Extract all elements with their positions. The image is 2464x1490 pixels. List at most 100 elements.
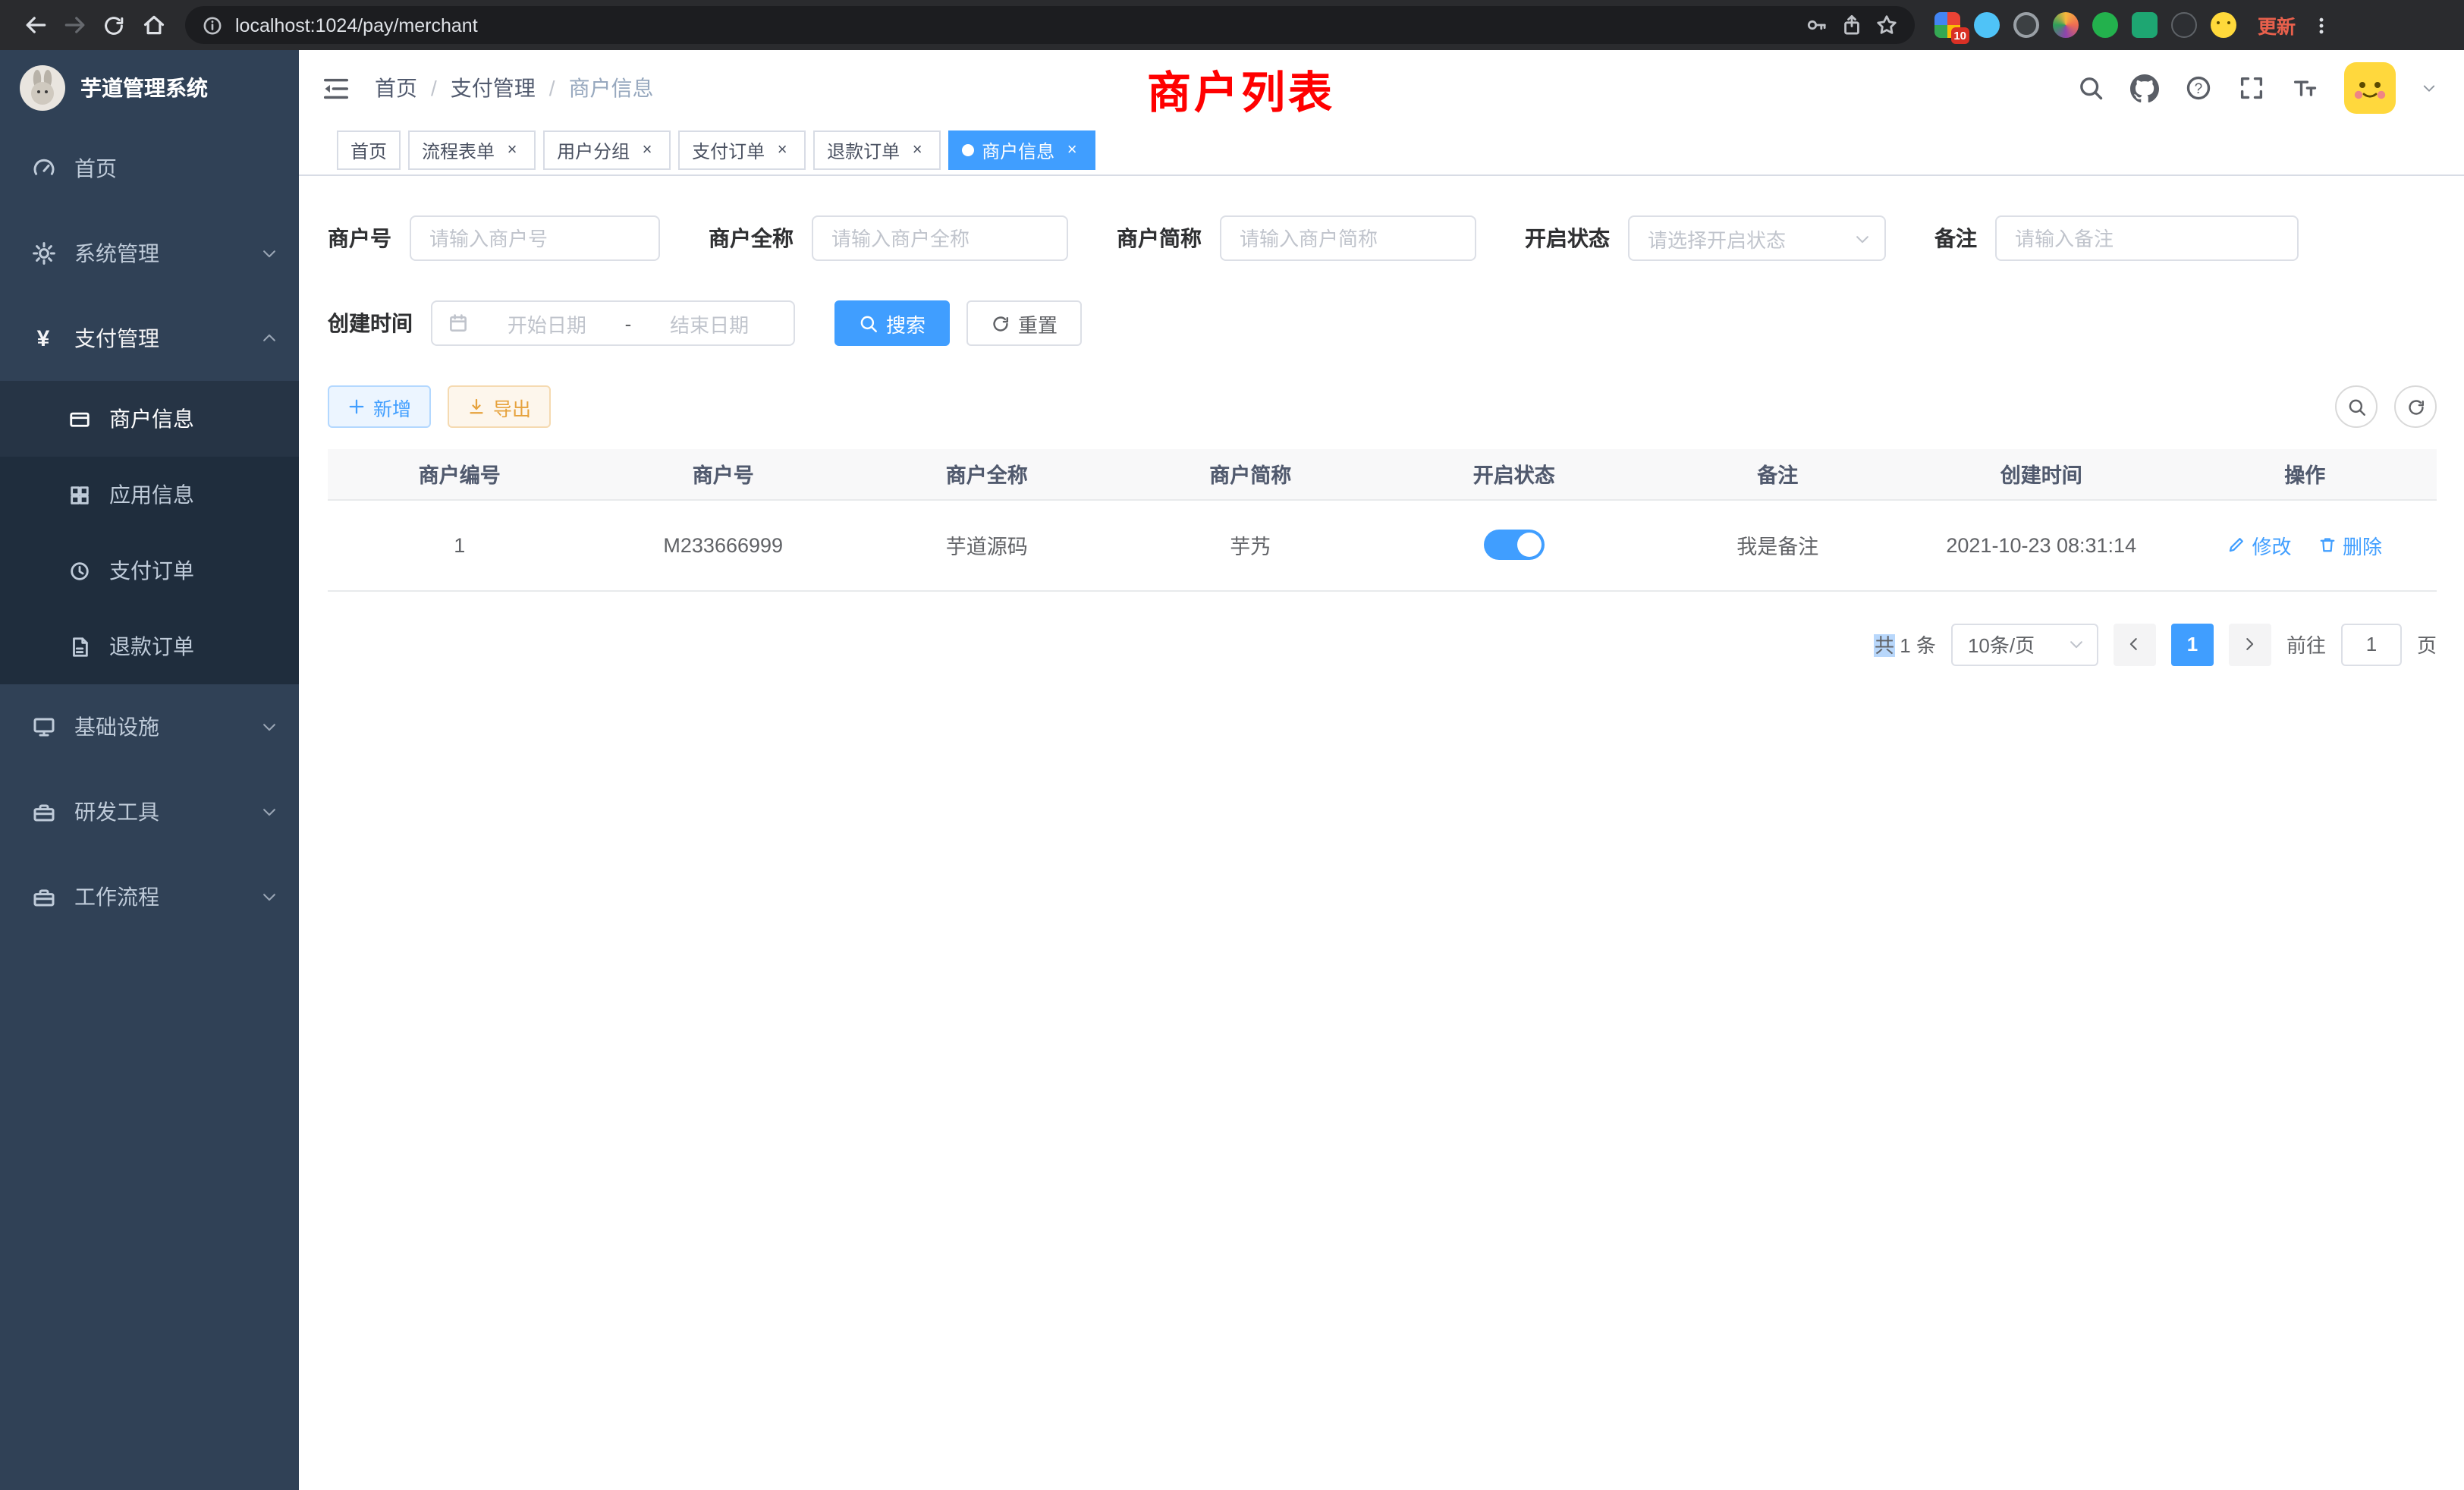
add-button[interactable]: 新增 [328,385,431,428]
delete-link[interactable]: 删除 [2318,530,2382,559]
col-remark: 备注 [1646,449,1910,499]
tab-label: 流程表单 [422,137,495,163]
tab-close-icon[interactable]: × [637,140,657,160]
extension-icon-4[interactable] [2053,12,2079,38]
breadcrumb: 首页 / 支付管理 / 商户信息 [375,73,654,103]
bookmark-star-icon[interactable] [1875,14,1898,36]
short-name-input[interactable] [1220,215,1476,261]
chevron-down-icon [261,718,278,735]
sidebar-item-dev-tools[interactable]: 研发工具 [0,769,299,854]
toggle-search-icon[interactable] [2335,385,2378,428]
tab-home[interactable]: 首页 [337,130,401,170]
breadcrumb-payment[interactable]: 支付管理 [451,73,536,103]
sidebar-item-home[interactable]: 首页 [0,126,299,211]
sidebar-toggle-icon[interactable] [322,74,350,102]
sidebar-item-label: 商户信息 [109,404,194,434]
reset-button[interactable]: 重置 [966,300,1082,346]
edit-link-label: 修改 [2252,530,2291,559]
tab-close-icon[interactable]: × [1062,140,1082,160]
fullscreen-icon[interactable] [2238,74,2265,102]
search-button-label: 搜索 [886,309,926,338]
merchant-no-input[interactable] [410,215,660,261]
sidebar-item-label: 退款订单 [109,631,194,662]
cell-merchant-id: 1 [328,499,592,590]
payment-submenu: 商户信息 应用信息 支付订单 [0,381,299,684]
extension-icon-7[interactable] [2171,12,2197,38]
github-icon[interactable] [2130,74,2159,102]
extension-icon-3[interactable] [2013,12,2039,38]
pagination-total: 共 1 条 [1875,630,1936,659]
sidebar-item-infra[interactable]: 基础设施 [0,684,299,769]
extension-icon-2[interactable] [1974,12,2000,38]
sidebar-item-label: 基础设施 [74,712,159,742]
tab-process-form[interactable]: 流程表单 × [408,130,536,170]
pagination: 共 1 条 10条/页 1 前往 [328,623,2437,665]
site-info-icon[interactable] [202,14,223,36]
page-size-select[interactable]: 10条/页 [1951,623,2098,665]
forward-icon[interactable] [55,5,94,45]
sidebar-item-pay-order[interactable]: 支付订单 [0,533,299,608]
card-icon [67,407,93,430]
browser-menu-icon[interactable] [2311,13,2332,37]
font-size-icon[interactable] [2291,74,2318,102]
extension-icon-8[interactable] [2211,12,2236,38]
top-navbar: 首页 / 支付管理 / 商户信息 ? [299,50,2464,126]
sidebar-item-system[interactable]: 系统管理 [0,211,299,296]
tab-refund-order[interactable]: 退款订单 × [813,130,941,170]
page-number-button[interactable]: 1 [2171,623,2214,665]
refresh-icon[interactable] [2394,385,2437,428]
search-icon[interactable] [2077,74,2104,102]
next-page-button[interactable] [2229,623,2271,665]
password-key-icon[interactable] [1806,14,1828,36]
export-button[interactable]: 导出 [448,385,551,428]
jump-page-input[interactable] [2341,623,2402,665]
sidebar-item-refund-order[interactable]: 退款订单 [0,608,299,684]
back-icon[interactable] [15,5,55,45]
sidebar-item-app-info[interactable]: 应用信息 [0,457,299,533]
help-icon[interactable]: ? [2185,74,2212,102]
home-icon[interactable] [134,5,173,45]
tab-close-icon[interactable]: × [907,140,927,160]
edit-link[interactable]: 修改 [2227,530,2291,559]
table-row: 1 M233666999 芋道源码 芋艿 我是备注 2021-10-23 08:… [328,499,2437,590]
full-name-input[interactable] [812,215,1068,261]
status-toggle[interactable] [1484,530,1545,560]
sidebar-item-merchant-info[interactable]: 商户信息 [0,381,299,457]
tab-merchant-info[interactable]: 商户信息 × [948,130,1095,170]
reset-button-label: 重置 [1018,309,1058,338]
extension-badge: 10 [1950,27,1969,44]
dashboard-icon [30,156,56,181]
screen: localhost:1024/pay/merchant 10 [0,0,2464,1490]
sidebar-item-payment[interactable]: ¥ 支付管理 [0,296,299,381]
tab-user-group[interactable]: 用户分组 × [543,130,671,170]
col-merchant-no: 商户号 [592,449,856,499]
reload-icon[interactable] [94,5,134,45]
browser-update-button[interactable]: 更新 [2258,11,2296,39]
clock-icon [67,559,93,582]
tab-close-icon[interactable]: × [772,140,792,160]
breadcrumb-home[interactable]: 首页 [375,73,417,103]
filter-row-2: 创建时间 开始日期 - 结束日期 搜索 [328,300,2437,346]
tab-pay-order[interactable]: 支付订单 × [678,130,806,170]
prev-page-button[interactable] [2114,623,2156,665]
search-button[interactable]: 搜索 [834,300,950,346]
tab-close-icon[interactable]: × [502,140,522,160]
share-icon[interactable] [1840,14,1863,36]
col-status: 开启状态 [1382,449,1646,499]
user-menu-caret-icon[interactable] [2422,80,2437,96]
user-avatar[interactable] [2344,62,2396,114]
extension-icon-6[interactable] [2132,12,2158,38]
url-text[interactable]: localhost:1024/pay/merchant [235,14,478,36]
extension-icon-1[interactable]: 10 [1934,12,1960,38]
status-select[interactable]: 请选择开启状态 [1628,215,1886,261]
sidebar-item-label: 支付订单 [109,555,194,586]
tab-label: 商户信息 [982,137,1054,163]
create-time-range-picker[interactable]: 开始日期 - 结束日期 [431,300,795,346]
sidebar-item-workflow[interactable]: 工作流程 [0,854,299,939]
remark-input[interactable] [1995,215,2299,261]
extension-icon-5[interactable] [2092,12,2118,38]
address-bar[interactable]: localhost:1024/pay/merchant [185,6,1915,44]
chevron-down-icon [261,888,278,905]
merchant-no-label: 商户号 [328,223,391,253]
chevron-down-icon [261,803,278,820]
